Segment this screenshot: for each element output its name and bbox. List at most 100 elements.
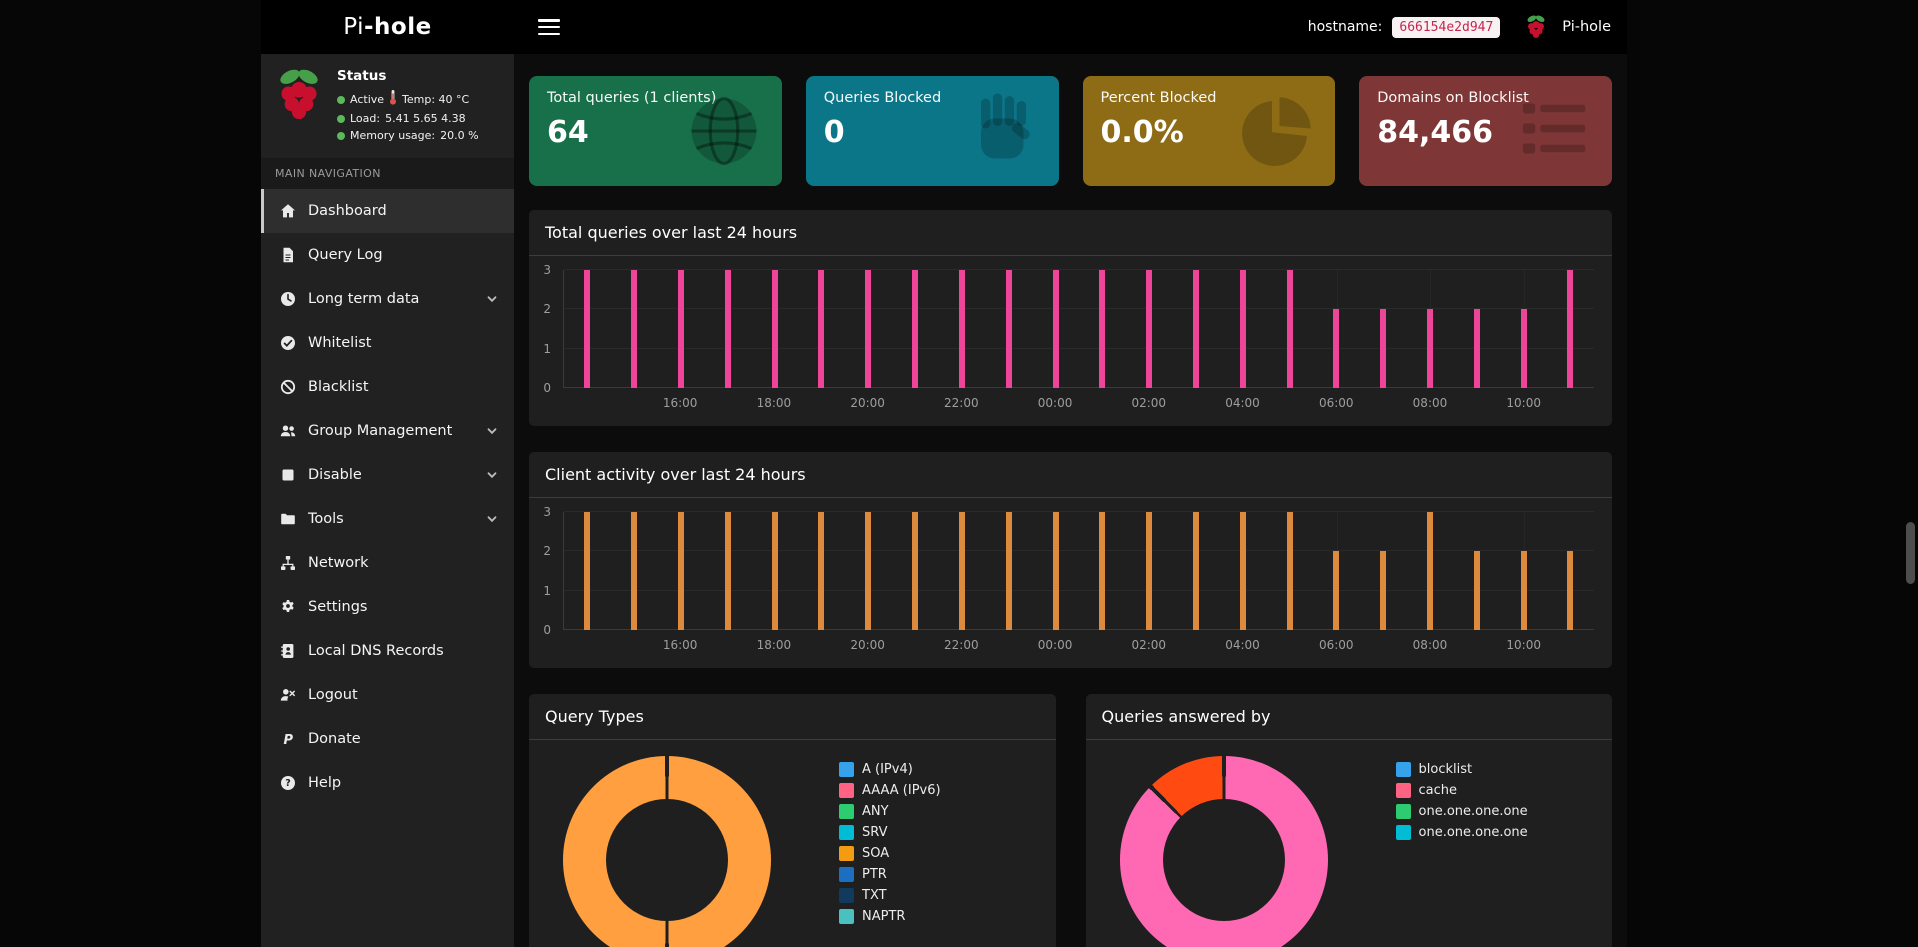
sidebar-item-tools[interactable]: Tools	[261, 497, 514, 541]
bar	[1006, 270, 1012, 388]
x-tick-label: 04:00	[1225, 638, 1260, 652]
legend-label: NAPTR	[862, 909, 905, 924]
x-tick-label: 20:00	[850, 396, 885, 410]
ban-icon	[278, 379, 298, 395]
legend-item[interactable]: SRV	[839, 825, 941, 840]
client-activity-chart[interactable]: 0123 16:0018:0020:0022:0000:0002:0004:00…	[529, 498, 1612, 668]
sidebar-item-long-term-data[interactable]: Long term data	[261, 277, 514, 321]
legend-swatch	[839, 762, 854, 777]
status-row-load: Load: 5.41 5.65 4.38	[337, 110, 479, 127]
sidebar-item-label: Network	[308, 555, 502, 571]
hostname-badge: 666154e2d947	[1392, 17, 1500, 38]
sidebar-item-logout[interactable]: Logout	[261, 673, 514, 717]
bar	[1099, 512, 1105, 630]
sidebar-item-disable[interactable]: Disable	[261, 453, 514, 497]
x-tick-label: 20:00	[850, 638, 885, 652]
query-types-donut[interactable]	[563, 756, 771, 947]
scrollbar-thumb[interactable]	[1906, 522, 1915, 584]
legend-item[interactable]: NAPTR	[839, 909, 941, 924]
chevron-down-icon	[486, 425, 498, 437]
top-navbar: Pi-hole hostname: 666154e2d947 Pi-hole	[261, 0, 1627, 54]
total-queries-chart[interactable]: 0123 16:0018:0020:0022:0000:0002:0004:00…	[529, 256, 1612, 426]
x-tick-label: 04:00	[1225, 396, 1260, 410]
legend-item[interactable]: one.one.one.one	[1396, 825, 1528, 840]
sidebar-item-donate[interactable]: P Donate	[261, 717, 514, 761]
queries-answered-donut[interactable]	[1120, 756, 1328, 947]
check-circle-icon	[278, 335, 298, 351]
sidebar-item-label: Group Management	[308, 423, 476, 439]
queries-answered-chart[interactable]: blocklist cache one.one.one.one one.one.one…	[1086, 740, 1613, 947]
legend-swatch	[1396, 783, 1411, 798]
bar	[959, 512, 965, 630]
home-icon	[278, 203, 298, 219]
x-axis: 16:0018:0020:0022:0000:0002:0004:0006:00…	[563, 392, 1594, 416]
sidebar-item-query-log[interactable]: Query Log	[261, 233, 514, 277]
load-label: Load:	[350, 110, 380, 127]
sidebar-item-local-dns-records[interactable]: Local DNS Records	[261, 629, 514, 673]
sidebar-item-help[interactable]: ? Help	[261, 761, 514, 805]
bar	[772, 270, 778, 388]
x-tick-label: 22:00	[944, 638, 979, 652]
hamburger-menu-icon[interactable]	[538, 19, 560, 35]
legend-label: blocklist	[1419, 762, 1473, 777]
bar	[1287, 270, 1293, 388]
bar	[1427, 512, 1433, 630]
nav-section-header: MAIN NAVIGATION	[261, 158, 514, 189]
status-row-active: Active Temp: 40 °C	[337, 89, 479, 110]
navbar-right: hostname: 666154e2d947 Pi-hole	[1308, 14, 1627, 40]
y-tick-label: 3	[543, 263, 551, 277]
legend-swatch	[839, 867, 854, 882]
domains-blocklist-card[interactable]: Domains on Blocklist 84,466	[1359, 76, 1612, 186]
query-types-panel: Query Types A (IPv4)AAAA (IPv6)ANYSRVSOA…	[529, 694, 1056, 947]
sidebar-item-dashboard[interactable]: Dashboard	[261, 189, 514, 233]
legend-item[interactable]: PTR	[839, 867, 941, 882]
legend-item[interactable]: AAAA (IPv6)	[839, 783, 941, 798]
legend-item[interactable]: cache	[1396, 783, 1528, 798]
list-icon	[1512, 91, 1596, 171]
legend-item[interactable]: A (IPv4)	[839, 762, 941, 777]
sidebar-item-label: Logout	[308, 687, 502, 703]
legend-item[interactable]: SOA	[839, 846, 941, 861]
pie-chart-icon	[1235, 91, 1319, 171]
legend-item[interactable]: one.one.one.one	[1396, 804, 1528, 819]
legend-label: one.one.one.one	[1419, 804, 1528, 819]
folder-icon	[278, 511, 298, 527]
query-types-chart[interactable]: A (IPv4) AAAA (IPv6) ANY SRV SOA PTR TXT NAPTR	[529, 740, 1056, 947]
x-tick-label: 08:00	[1413, 396, 1448, 410]
users-icon	[278, 423, 298, 439]
sidebar-item-settings[interactable]: Settings	[261, 585, 514, 629]
status-ok-icon	[337, 115, 345, 123]
x-tick-label: 10:00	[1506, 396, 1541, 410]
legend-item[interactable]: blocklist	[1396, 762, 1528, 777]
sidebar-item-whitelist[interactable]: Whitelist	[261, 321, 514, 365]
y-axis: 0123	[533, 270, 559, 388]
y-tick-label: 2	[543, 302, 551, 316]
queries-answered-panel: Queries answered by blocklistcacheone.on…	[1086, 694, 1613, 947]
total-queries-card[interactable]: Total queries (1 clients) 64	[529, 76, 782, 186]
chevron-down-icon	[486, 513, 498, 525]
legend-swatch	[839, 909, 854, 924]
sidebar-item-group-management[interactable]: Group Management	[261, 409, 514, 453]
y-tick-label: 1	[543, 342, 551, 356]
bar	[1193, 270, 1199, 388]
sidebar-item-network[interactable]: Network	[261, 541, 514, 585]
bar	[631, 512, 637, 630]
status-block: Status Active Temp: 40 °C Load: 5.41 5.6…	[261, 54, 514, 158]
x-tick-label: 02:00	[1131, 638, 1166, 652]
sidebar-item-blacklist[interactable]: Blacklist	[261, 365, 514, 409]
legend-item[interactable]: TXT	[839, 888, 941, 903]
bar	[678, 270, 684, 388]
legend-item[interactable]: ANY	[839, 804, 941, 819]
brand-logo[interactable]: Pi-hole	[261, 14, 514, 40]
raspberry-icon	[1524, 14, 1548, 40]
percent-blocked-card[interactable]: Percent Blocked 0.0%	[1083, 76, 1336, 186]
paypal-icon: P	[278, 731, 298, 747]
queries-blocked-card[interactable]: Queries Blocked 0	[806, 76, 1059, 186]
brand-suffix: -hole	[364, 14, 432, 40]
address-book-icon	[278, 643, 298, 659]
bar	[1380, 551, 1386, 630]
bar	[912, 270, 918, 388]
total-queries-panel: Total queries over last 24 hours 0123 16…	[529, 210, 1612, 426]
bar	[1240, 270, 1246, 388]
legend-swatch	[839, 825, 854, 840]
